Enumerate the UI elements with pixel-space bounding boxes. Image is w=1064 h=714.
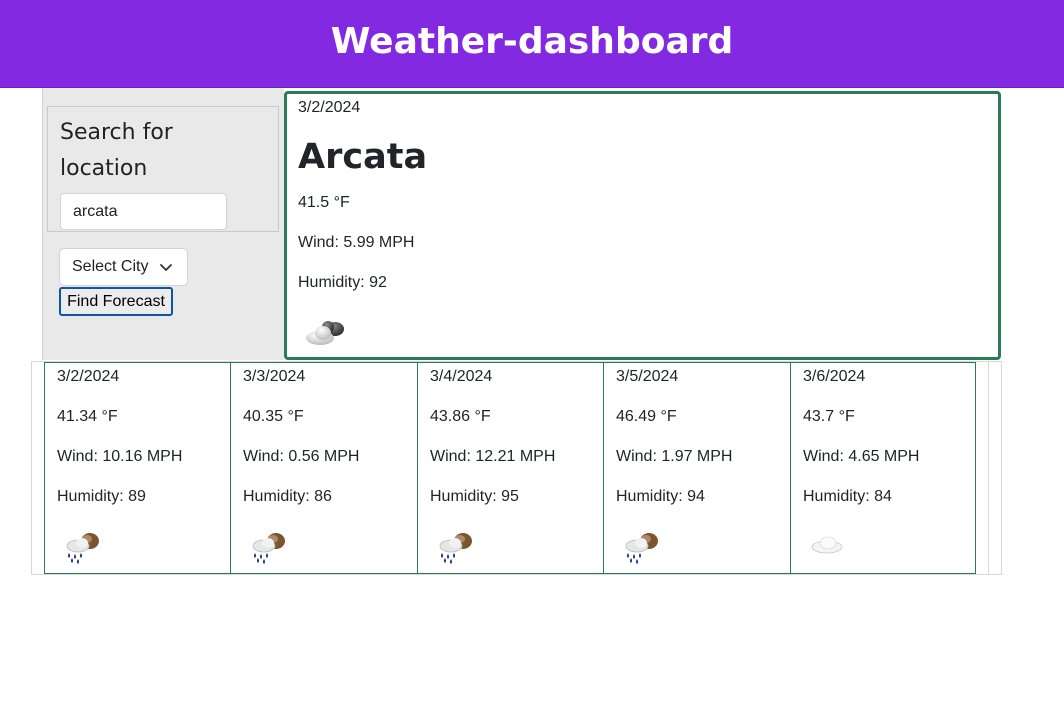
app-header: Weather-dashboard: [0, 0, 1064, 88]
forecast-date: 3/5/2024: [616, 368, 679, 385]
forecast-divider: [988, 361, 989, 575]
forecast-humidity: Humidity: 86: [243, 488, 332, 505]
search-box: Search for location: [47, 106, 279, 232]
forecast-temp: 43.7 °F: [803, 408, 855, 425]
forecast-card: 3/3/2024 40.35 °F Wind: 0.56 MPH Humidit…: [230, 362, 418, 574]
forecast-wind: Wind: 10.16 MPH: [57, 448, 183, 465]
forecast-temp: 41.34 °F: [57, 408, 118, 425]
current-humidity: Humidity: 92: [298, 274, 387, 291]
current-date: 3/2/2024: [298, 99, 361, 116]
forecast-wind: Wind: 12.21 MPH: [430, 448, 556, 465]
forecast-temp: 40.35 °F: [243, 408, 304, 425]
find-forecast-button[interactable]: Find Forecast: [59, 287, 173, 316]
forecast-humidity: Humidity: 94: [616, 488, 705, 505]
city-select-label: Select City: [72, 258, 149, 275]
search-input[interactable]: [60, 193, 227, 230]
partly-cloudy-night-icon: [306, 321, 344, 345]
search-heading: Search for location: [60, 120, 173, 181]
forecast-temp: 46.49 °F: [616, 408, 677, 425]
forecast-wind: Wind: 1.97 MPH: [616, 448, 733, 465]
forecast-humidity: Humidity: 84: [803, 488, 892, 505]
city-select[interactable]: Select City: [59, 248, 188, 286]
forecast-humidity: Humidity: 89: [57, 488, 146, 505]
current-city: Arcata: [298, 137, 428, 177]
current-wind: Wind: 5.99 MPH: [298, 234, 415, 251]
forecast-temp: 43.86 °F: [430, 408, 491, 425]
forecast-card: 3/6/2024 43.7 °F Wind: 4.65 MPH Humidity…: [790, 362, 976, 574]
current-weather-card: 3/2/2024 Arcata 41.5 °F Wind: 5.99 MPH H…: [284, 91, 1001, 360]
forecast-wind: Wind: 0.56 MPH: [243, 448, 360, 465]
forecast-wind: Wind: 4.65 MPH: [803, 448, 920, 465]
forecast-card: 3/2/2024 41.34 °F Wind: 10.16 MPH Humidi…: [44, 362, 231, 574]
forecast-date: 3/6/2024: [803, 368, 866, 385]
forecast-card: 3/5/2024 46.49 °F Wind: 1.97 MPH Humidit…: [603, 362, 791, 574]
forecast-card: 3/4/2024 43.86 °F Wind: 12.21 MPH Humidi…: [417, 362, 604, 574]
forecast-date: 3/3/2024: [243, 368, 306, 385]
rain-icon: [439, 533, 472, 564]
forecast-date: 3/4/2024: [430, 368, 493, 385]
rain-icon: [252, 533, 285, 564]
rain-icon: [66, 533, 99, 564]
forecast-date: 3/2/2024: [57, 368, 120, 385]
chevron-down-icon: [160, 264, 172, 271]
rain-icon: [625, 533, 658, 564]
forecast-humidity: Humidity: 95: [430, 488, 519, 505]
current-temp: 41.5 °F: [298, 194, 350, 211]
cloud-icon: [811, 536, 843, 554]
page-title: Weather-dashboard: [330, 21, 734, 62]
